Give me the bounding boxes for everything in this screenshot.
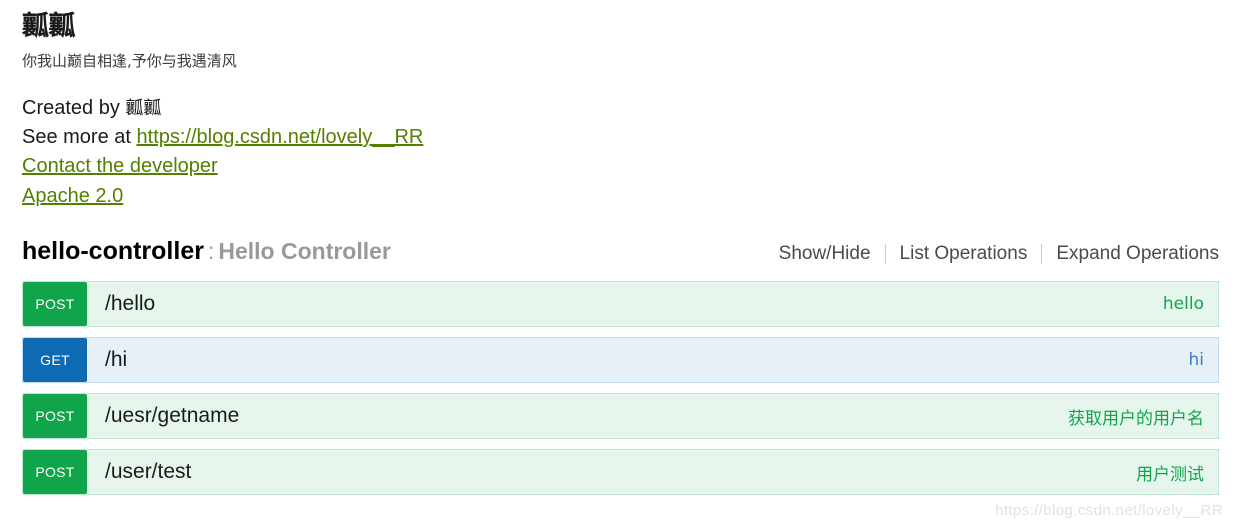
contact-developer-link[interactable]: Contact the developer <box>22 155 218 177</box>
license-line: Apache 2.0 <box>22 181 1241 211</box>
expand-operations-link[interactable]: Expand Operations <box>1042 243 1219 265</box>
resource-title-group: hello-controller: Hello Controller <box>22 237 391 266</box>
api-meta-block: Created by 瓤瓤 See more at https://blog.c… <box>22 94 1241 211</box>
api-subtitle: 你我山巅自相逢,予你与我遇清风 <box>22 52 237 70</box>
endpoint-description: 用户测试 <box>1136 464 1204 485</box>
watermark: https://blog.csdn.net/lovely__RR <box>995 502 1223 519</box>
endpoint-path[interactable]: /hi <box>87 348 1189 372</box>
endpoint-description: 获取用户的用户名 <box>1068 408 1204 429</box>
http-method-badge[interactable]: POST <box>23 450 87 494</box>
resource-options: Show/Hide List Operations Expand Operati… <box>765 243 1219 265</box>
endpoint-row[interactable]: POST /user/test 用户测试 <box>22 449 1219 495</box>
http-method-badge[interactable]: POST <box>23 282 87 326</box>
see-more-line: See more at https://blog.csdn.net/lovely… <box>22 123 1241 151</box>
endpoint-path[interactable]: /uesr/getname <box>87 404 1068 428</box>
endpoint-path[interactable]: /user/test <box>87 460 1136 484</box>
show-hide-link[interactable]: Show/Hide <box>765 243 885 265</box>
resource-separator: : <box>207 238 215 264</box>
contact-line: Contact the developer <box>22 151 1241 181</box>
http-method-badge[interactable]: POST <box>23 394 87 438</box>
endpoint-row[interactable]: GET /hi hi <box>22 337 1219 383</box>
license-link[interactable]: Apache 2.0 <box>22 185 123 207</box>
endpoint-path[interactable]: /hello <box>87 292 1163 316</box>
endpoint-row[interactable]: POST /uesr/getname 获取用户的用户名 <box>22 393 1219 439</box>
see-more-label: See more at <box>22 126 137 148</box>
api-info-block: 瓤瓤 你我山巅自相逢,予你与我遇清风 Created by 瓤瓤 See mor… <box>0 0 1241 211</box>
page-title: 瓤瓤 <box>22 11 76 42</box>
endpoint-row[interactable]: POST /hello hello <box>22 281 1219 327</box>
http-method-badge[interactable]: GET <box>23 338 87 382</box>
resource-description: Hello Controller <box>218 238 391 264</box>
list-operations-link[interactable]: List Operations <box>886 243 1042 265</box>
created-by-line: Created by 瓤瓤 <box>22 94 1241 123</box>
created-by-label: Created by <box>22 97 126 119</box>
endpoint-list: POST /hello hello GET /hi hi POST /uesr/… <box>22 281 1219 495</box>
resource-name-link[interactable]: hello-controller <box>22 237 204 265</box>
resource-header: hello-controller: Hello Controller Show/H… <box>22 237 1219 271</box>
created-by-value: 瓤瓤 <box>125 98 162 119</box>
endpoint-description: hi <box>1188 350 1205 370</box>
see-more-link[interactable]: https://blog.csdn.net/lovely__RR <box>137 126 424 148</box>
endpoint-description: hello <box>1162 294 1204 314</box>
